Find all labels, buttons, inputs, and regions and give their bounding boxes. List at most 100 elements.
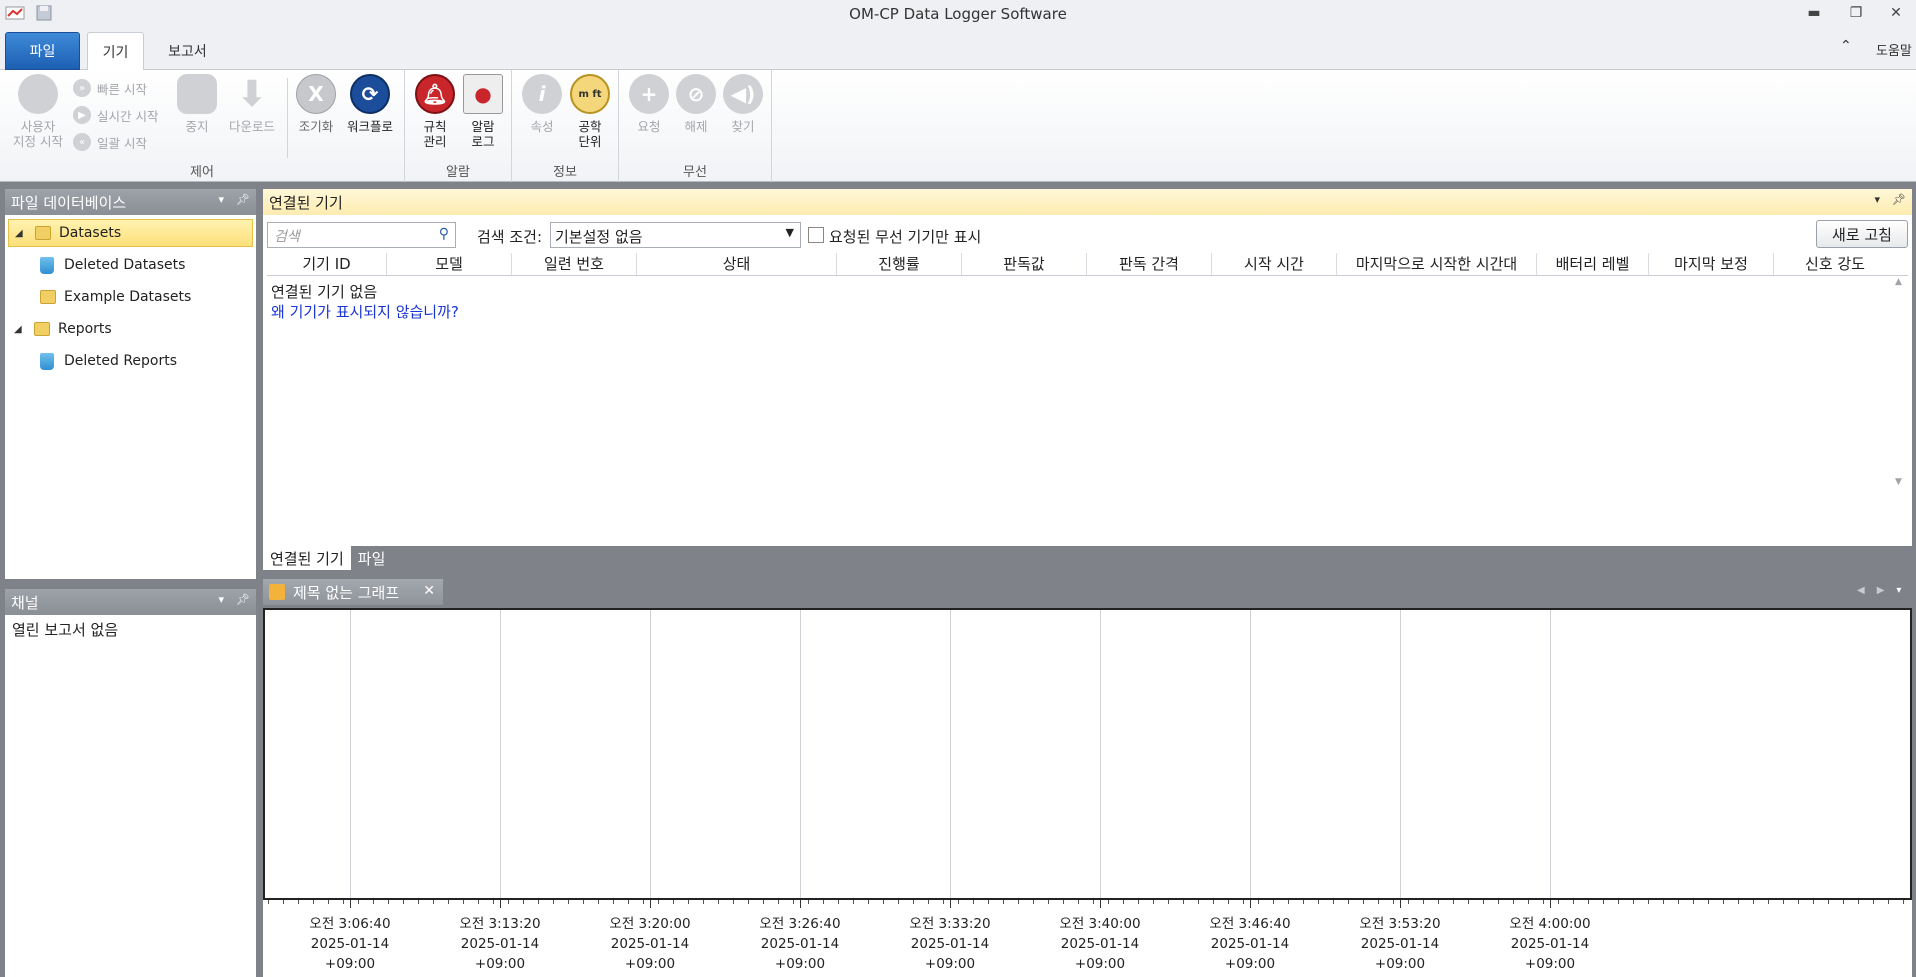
reset-x-icon: X — [296, 74, 336, 114]
x-minor-tick — [823, 900, 824, 904]
x-minor-tick — [1543, 900, 1544, 904]
search-condition-select[interactable]: 기본설정 없음 ▼ — [550, 222, 801, 248]
column-last-start-timezone[interactable]: 마지막으로 시작한 시간대 — [1337, 253, 1537, 275]
column-reading-interval[interactable]: 판독 간격 — [1087, 253, 1212, 275]
x-tick-label-time: 오전 3:53:20 — [1359, 916, 1441, 932]
tree-item-deleted-reports[interactable]: Deleted Reports — [40, 347, 177, 375]
column-model[interactable]: 모델 — [387, 253, 512, 275]
quick-start-button[interactable]: » 빠른 시작 — [73, 78, 147, 98]
tab-connected-devices[interactable]: 연결된 기기 — [263, 546, 351, 570]
x-minor-tick — [1708, 900, 1709, 904]
close-tab-icon[interactable]: ✕ — [423, 583, 435, 599]
release-button[interactable]: ⊘ 해제 — [674, 74, 718, 134]
x-minor-tick — [658, 900, 659, 904]
request-button[interactable]: + 요청 — [627, 74, 671, 134]
refresh-button[interactable]: 새로 고침 — [1816, 220, 1908, 248]
column-serial[interactable]: 일련 번호 — [512, 253, 637, 275]
x-minor-tick — [808, 900, 809, 904]
wireless-only-checkbox[interactable] — [808, 227, 824, 243]
x-minor-tick — [478, 900, 479, 904]
x-minor-tick — [403, 900, 404, 904]
column-device-id[interactable]: 기기 ID — [267, 253, 387, 275]
pin-icon[interactable]: 📌︎ — [236, 593, 250, 606]
x-tick — [650, 900, 651, 908]
x-minor-tick — [283, 900, 284, 904]
x-minor-tick — [988, 900, 989, 904]
rule-manage-button[interactable]: 🔔︎ 규칙 관리 — [413, 74, 457, 149]
scroll-right-icon[interactable]: ▶ — [1877, 585, 1885, 596]
collapse-ribbon-icon[interactable]: ⌃ — [1840, 38, 1852, 54]
scroll-left-icon[interactable]: ◀ — [1857, 585, 1865, 596]
column-status[interactable]: 상태 — [637, 253, 837, 275]
restore-button[interactable]: ❐ — [1838, 2, 1874, 24]
plus-icon: + — [629, 74, 669, 114]
x-minor-tick — [673, 900, 674, 904]
x-minor-tick — [1168, 900, 1169, 904]
x-tick-label-tz: +09:00 — [474, 956, 526, 972]
x-minor-tick — [1243, 900, 1244, 904]
column-start-time[interactable]: 시작 시간 — [1212, 253, 1337, 275]
scroll-up-icon[interactable]: ▲ — [1895, 277, 1902, 287]
dropdown-icon[interactable]: ▾ — [1875, 193, 1881, 206]
x-tick — [1550, 900, 1551, 908]
x-tick-label-date: 2025-01-14 — [610, 936, 690, 952]
column-last-calibration[interactable]: 마지막 보정 — [1649, 253, 1774, 275]
column-battery[interactable]: 배터리 레벨 — [1537, 253, 1649, 275]
graph-document-tab[interactable]: 제목 없는 그래프 ✕ — [263, 579, 443, 605]
x-minor-tick — [373, 900, 374, 904]
tab-files[interactable]: 파일 — [351, 546, 393, 570]
expand-arrow-icon[interactable]: ◢ — [15, 228, 29, 239]
connected-devices-panel: 연결된 기기 ▾ 📌︎ 검색 ⚲ 검색 조건: 기본설정 없음 ▼ 요청된 무선 … — [263, 189, 1912, 546]
tab-device[interactable]: 기기 — [87, 32, 144, 70]
workflow-button[interactable]: ⟳ 워크플로 — [342, 74, 398, 134]
x-tick-label: 오전 3:46:40 2025-01-14 +09:00 — [1190, 914, 1310, 974]
custom-start-button[interactable]: 사용자 지정 시작 — [10, 74, 66, 149]
realtime-start-button[interactable]: ▶ 실시간 시작 — [73, 105, 158, 125]
graph-plot-area[interactable] — [263, 608, 1912, 900]
folder-icon — [35, 226, 51, 240]
x-tick-label: 오전 3:53:20 2025-01-14 +09:00 — [1340, 914, 1460, 974]
pin-icon[interactable]: 📌︎ — [236, 193, 250, 206]
eng-units-button[interactable]: m ft 공학 단위 — [568, 74, 612, 149]
download-button[interactable]: ⬇ 다운로드 — [224, 74, 280, 134]
alarm-log-button[interactable]: ● 알람 로그 — [461, 74, 505, 149]
x-minor-tick — [1528, 900, 1529, 904]
tree-item-example-datasets[interactable]: Example Datasets — [40, 283, 191, 311]
properties-button[interactable]: i 속성 — [520, 74, 564, 134]
expand-arrow-icon[interactable]: ◢ — [14, 324, 28, 335]
reset-button[interactable]: X 조기화 — [294, 74, 338, 134]
tab-list-icon[interactable]: ▾ — [1896, 585, 1901, 596]
tree-item-reports[interactable]: ◢ Reports — [14, 315, 112, 343]
x-minor-tick — [1588, 900, 1589, 904]
stop-button[interactable]: 중지 — [176, 74, 218, 134]
x-tick-label-time: 오전 3:46:40 — [1209, 916, 1291, 932]
release-icon: ⊘ — [676, 74, 716, 114]
pin-icon[interactable]: 📌︎ — [1892, 193, 1906, 206]
column-progress[interactable]: 진행률 — [837, 253, 962, 275]
minimize-button[interactable]: ▬ — [1796, 2, 1832, 24]
scroll-down-icon[interactable]: ▼ — [1895, 477, 1902, 487]
control-group-label: 제어 — [190, 165, 214, 180]
units-icon: m ft — [570, 74, 610, 114]
tree-item-datasets[interactable]: ◢ Datasets — [8, 219, 253, 247]
why-no-devices-link[interactable]: 왜 기기가 표시되지 않습니까? — [271, 301, 459, 322]
devices-scrollbar[interactable]: ▲ ▼ — [1892, 277, 1908, 487]
help-button[interactable]: 도움말 — [1876, 40, 1912, 59]
tab-file[interactable]: 파일 — [5, 32, 80, 70]
find-button[interactable]: ◀) 찾기 — [721, 74, 765, 134]
x-minor-tick — [1573, 900, 1574, 904]
x-minor-tick — [913, 900, 914, 904]
x-minor-tick — [598, 900, 599, 904]
column-signal[interactable]: 신호 강도 — [1774, 253, 1896, 275]
column-reading[interactable]: 판독값 — [962, 253, 1087, 275]
tree-item-deleted-datasets[interactable]: Deleted Datasets — [40, 251, 185, 279]
x-tick-label-date: 2025-01-14 — [460, 936, 540, 952]
tab-report[interactable]: 보고서 — [155, 32, 220, 70]
search-input[interactable]: 검색 ⚲ — [267, 222, 456, 248]
batch-start-button[interactable]: «일괄 시작 — [73, 132, 147, 152]
search-icon[interactable]: ⚲ — [439, 226, 449, 242]
dropdown-icon[interactable]: ▾ — [219, 193, 225, 206]
x-minor-tick — [1258, 900, 1259, 904]
dropdown-icon[interactable]: ▾ — [219, 593, 225, 606]
close-button[interactable]: ✕ — [1878, 2, 1914, 24]
